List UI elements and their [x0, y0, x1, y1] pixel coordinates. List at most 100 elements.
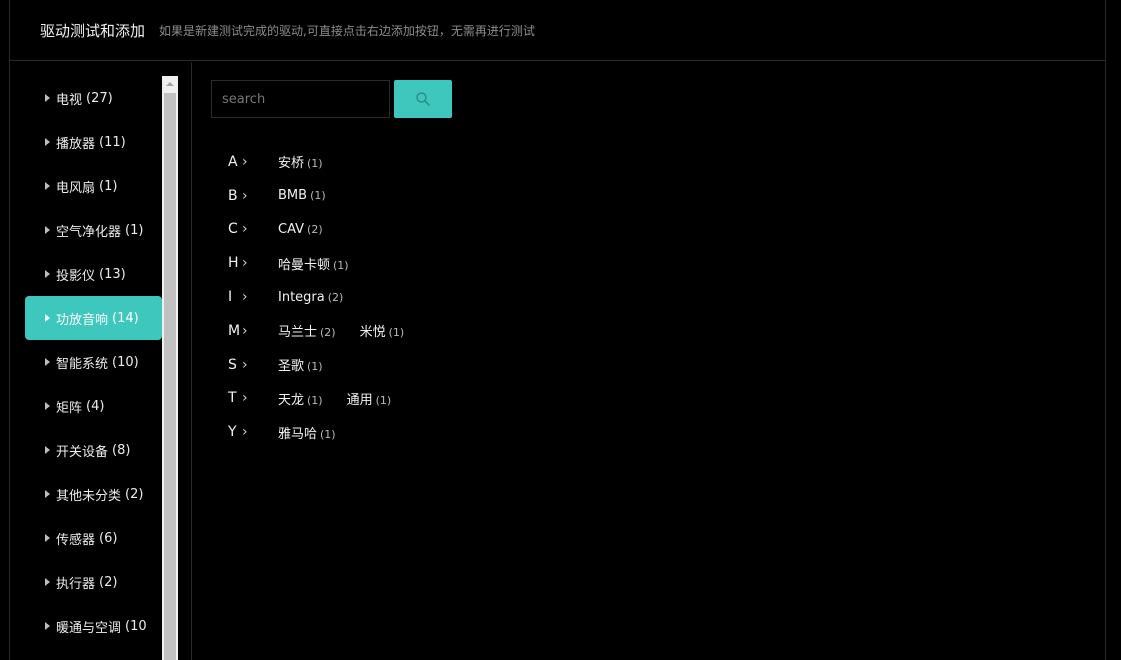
brand-group-row: M › 马兰士 (2) 米悦 (1) [228, 314, 428, 348]
brand-name: 雅马哈 [278, 426, 318, 442]
brand-link[interactable]: CAV (2) [278, 222, 323, 237]
category-item[interactable]: 矩阵 (4) [25, 384, 162, 428]
brand-link[interactable]: BMB (1) [278, 188, 326, 203]
search-input[interactable] [211, 80, 390, 118]
category-count: (1) [99, 178, 118, 194]
page-description: 如果是新建测试完成的驱动,可直接点击右边添加按钮，无需再进行测试 [159, 23, 535, 38]
category-count: (10) [112, 354, 139, 370]
brand-count: (1) [375, 393, 392, 407]
brand-count: (1) [388, 326, 405, 340]
brand-name: 圣歌 [278, 359, 305, 375]
category-item[interactable]: 功放音响 (14) [25, 296, 162, 340]
brand-count: (1) [320, 427, 336, 441]
brand-link[interactable]: 通用 (1) [347, 389, 392, 408]
category-label: 矩阵 [56, 400, 83, 416]
category-item[interactable]: 传感器 (6) [25, 516, 162, 560]
category-list: 电视 (27) 播放器 (11) 电风扇 (1) 空气净化器 (1) 投影仪 (13) 功放音响 (1… [25, 76, 162, 660]
category-item[interactable]: 投影仪 (13) [25, 252, 162, 296]
brand-count: (1) [307, 157, 323, 171]
chevron-right-icon: › [242, 390, 248, 407]
brand-index: A › 安桥 (1) B › BMB (1) C › CAV (2) H › 哈曼卡顿 (1) I › Integr… [228, 145, 428, 449]
page-title: 驱动测试和添加 [40, 21, 146, 40]
caret-right-icon [45, 226, 50, 234]
brand-name: 马兰士 [278, 325, 318, 341]
category-label: 开关设备 [56, 444, 109, 460]
category-item[interactable]: 电视 (27) [25, 76, 162, 120]
category-item[interactable]: 智能系统 (10) [25, 340, 162, 384]
caret-right-icon [45, 138, 50, 146]
category-count: (13) [99, 266, 126, 282]
brand-group-row: C › CAV (2) [228, 213, 428, 247]
category-item[interactable]: 其他未分类 (2) [25, 472, 162, 516]
category-label: 暖通与空调 [56, 620, 122, 636]
brand-name: 米悦 [359, 325, 386, 341]
category-label: 其他未分类 [56, 488, 122, 504]
caret-right-icon [45, 490, 50, 498]
brand-name: 通用 [346, 392, 373, 408]
caret-right-icon [45, 358, 50, 366]
brand-link[interactable]: 圣歌 (1) [278, 355, 323, 374]
brand-name: 哈曼卡顿 [278, 257, 331, 273]
group-letter: A [228, 153, 238, 170]
brand-link[interactable]: 马兰士 (2) [278, 321, 336, 340]
brand-link[interactable]: 安桥 (1) [278, 152, 323, 171]
chevron-right-icon: › [242, 424, 248, 441]
chevron-right-icon: › [242, 356, 248, 373]
caret-right-icon [45, 314, 50, 322]
brand-link[interactable]: 天龙 (1) [278, 389, 323, 408]
category-count: (2) [99, 574, 118, 590]
scroll-up-arrow-icon[interactable] [162, 76, 178, 92]
brand-group-row: S › 圣歌 (1) [228, 348, 428, 382]
category-count: (1) [125, 222, 144, 238]
group-letter: T [228, 390, 237, 407]
brand-group-row: B › BMB (1) [228, 179, 428, 213]
main-content: A›安桥(1)B›BMB(1)C›CAV(2)H›哈曼卡顿(1)I›Integr… [193, 62, 1106, 660]
group-letter: I [228, 289, 233, 306]
chevron-right-icon: › [242, 221, 248, 238]
brand-link[interactable]: 雅马哈 (1) [278, 423, 336, 442]
brand-count: (1) [333, 258, 349, 272]
category-item[interactable]: 空气净化器 (1) [25, 208, 162, 252]
category-item[interactable]: 电风扇 (1) [25, 164, 162, 208]
category-count: (14) [112, 310, 139, 326]
brand-name: 天龙 [278, 392, 305, 408]
brand-name: Integra [278, 289, 325, 305]
scroll-thumb[interactable] [164, 93, 176, 660]
chevron-right-icon: › [242, 322, 248, 339]
brand-name: BMB [278, 188, 308, 204]
category-count: (10 [125, 618, 147, 634]
caret-right-icon [45, 94, 50, 102]
brand-count: (1) [310, 189, 326, 203]
brand-count: (1) [307, 360, 323, 374]
category-item[interactable]: 执行器 (2) [25, 560, 162, 604]
brand-count: (1) [307, 393, 323, 407]
sidebar-scrollbar[interactable] [162, 76, 178, 660]
category-label: 投影仪 [56, 268, 96, 284]
brand-link[interactable]: Integra (2) [278, 290, 343, 305]
category-item[interactable]: 开关设备 (8) [25, 428, 162, 472]
caret-right-icon [45, 534, 50, 542]
group-letter: S [228, 356, 237, 373]
search-button[interactable] [394, 80, 452, 118]
caret-right-icon [45, 270, 50, 278]
category-label: 空气净化器 [56, 224, 122, 240]
group-letter: M [228, 322, 241, 339]
brand-link[interactable]: 哈曼卡顿 (1) [278, 254, 349, 273]
category-item[interactable]: 暖通与空调 (10 [25, 604, 162, 648]
search-icon [416, 92, 430, 106]
category-label: 电风扇 [56, 180, 96, 196]
caret-right-icon [45, 622, 50, 630]
chevron-right-icon: › [242, 289, 248, 306]
category-item[interactable]: 播放器 (11) [25, 120, 162, 164]
category-count: (11) [99, 134, 126, 150]
group-letter: H [228, 255, 239, 272]
brand-count: (2) [320, 326, 336, 340]
chevron-right-icon: › [242, 187, 248, 204]
brand-link[interactable]: 米悦 (1) [360, 321, 405, 340]
category-count: (4) [86, 398, 105, 414]
chevron-right-icon: › [242, 255, 248, 272]
category-count: (27) [86, 90, 113, 106]
category-count: (8) [112, 442, 131, 458]
brand-group-row: Y › 雅马哈 (1) [228, 415, 428, 449]
category-label: 电视 [56, 92, 83, 108]
